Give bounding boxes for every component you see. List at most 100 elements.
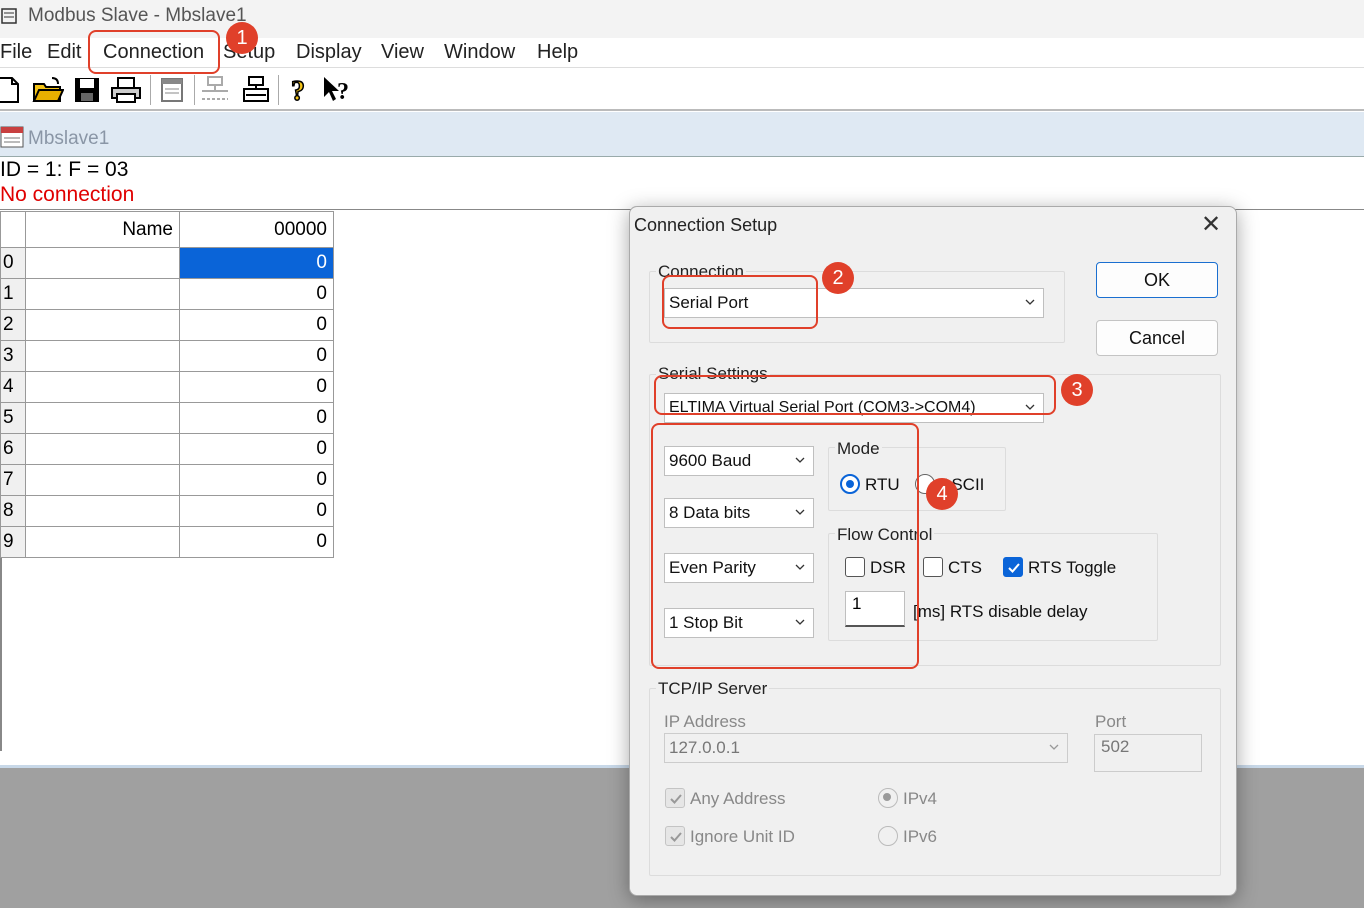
callout-serial-parameters [651,423,919,669]
step-badge-4: 4 [926,478,958,510]
column-header-address[interactable]: 00000 [179,211,334,248]
rts-delay-label: [ms] RTS disable delay [913,602,1088,621]
table-row: 10 [0,278,334,310]
name-cell[interactable] [25,433,180,465]
rts-toggle-label: RTS Toggle [1028,558,1117,577]
checkmark-icon [1008,563,1020,573]
value-cell[interactable]: 0 [179,526,334,558]
cts-label: CTS [948,558,982,577]
open-folder-icon [32,77,64,102]
ip-address-select[interactable]: 127.0.0.1 [664,733,1068,763]
name-cell[interactable] [25,402,180,434]
save-button[interactable] [70,73,104,107]
name-cell[interactable] [25,464,180,496]
name-cell[interactable] [25,526,180,558]
menu-help[interactable]: Help [537,41,578,64]
ignore-unit-id-checkbox[interactable] [665,826,685,846]
value-cell[interactable]: 0 [179,278,334,310]
name-cell[interactable] [25,495,180,527]
document-icon [0,126,24,148]
row-index: 9 [0,526,26,558]
row-index: 2 [0,309,26,341]
tcpip-label: TCP/IP Server [656,679,770,699]
table-row: 90 [0,526,334,558]
name-cell[interactable] [25,278,180,310]
row-index: 4 [0,371,26,403]
disconnect-button[interactable] [198,73,232,107]
rts-toggle-checkbox[interactable] [1003,557,1023,577]
table-row: 30 [0,340,334,372]
table-row: 40 [0,371,334,403]
value-cell[interactable]: 0 [179,340,334,372]
checkmark-icon [670,794,682,804]
menu-display[interactable]: Display [296,41,362,64]
app-icon [1,8,17,24]
step-badge-1: 1 [226,22,258,54]
context-help-icon: ? [324,77,349,105]
value-cell[interactable]: 0 [179,464,334,496]
ipv6-radio[interactable] [878,826,898,846]
svg-text:?: ? [337,79,349,105]
value-cell[interactable]: 0 [179,495,334,527]
slave-id-function: ID = 1: F = 03 [0,158,129,181]
new-file-button[interactable] [0,73,26,107]
table-row: 00 [0,247,334,279]
column-header-name[interactable]: Name [25,211,180,248]
value-cell[interactable]: 0 [179,247,334,279]
menu-view[interactable]: View [381,41,424,64]
value-cell[interactable]: 0 [179,309,334,341]
connect-button[interactable] [239,73,273,107]
ipv4-label: IPv4 [903,789,938,808]
menu-file[interactable]: File [0,41,32,64]
table-header-row: Name 00000 [0,211,334,248]
ipv4-radio[interactable] [878,788,898,808]
context-help-button[interactable]: ? [322,73,356,107]
close-icon[interactable]: ✕ [1198,211,1224,238]
new-file-icon [0,77,19,103]
checkmark-icon [670,832,682,842]
row-index: 6 [0,433,26,465]
cts-checkbox[interactable] [923,557,943,577]
toolbar: ? ? [0,69,1364,111]
table-row: 70 [0,464,334,496]
step-badge-2: 2 [822,262,854,294]
ip-address-label: IP Address [664,712,746,731]
value-cell[interactable]: 0 [179,433,334,465]
row-index: 3 [0,340,26,372]
callout-connection-menu [88,30,220,74]
step-badge-3: 3 [1061,374,1093,406]
help-button[interactable]: ? [283,73,317,107]
name-cell[interactable] [25,340,180,372]
any-address-checkbox[interactable] [665,788,685,808]
row-index: 7 [0,464,26,496]
network-icon [243,76,269,102]
value-cell[interactable]: 0 [179,371,334,403]
open-file-button[interactable] [31,73,65,107]
table-row: 80 [0,495,334,527]
row-index: 1 [0,278,26,310]
menu-edit[interactable]: Edit [47,41,81,64]
window-title: Modbus Slave - Mbslave1 [28,5,247,26]
port-label: Port [1095,712,1127,731]
name-cell[interactable] [25,371,180,403]
port-input[interactable]: 502 [1094,734,1202,772]
connection-status: No connection [0,183,135,206]
register-table: Name 00000 00 10 20 30 40 50 60 70 80 90 [0,211,334,558]
chevron-down-icon [1025,299,1035,305]
callout-serial-port [654,375,1056,415]
row-index: 0 [0,247,26,279]
name-cell[interactable] [25,247,180,279]
print-button[interactable] [109,73,143,107]
ip-address-value: 127.0.0.1 [669,738,740,757]
ok-button[interactable]: OK [1096,262,1218,298]
table-row: 60 [0,433,334,465]
name-cell[interactable] [25,309,180,341]
network-disabled-icon [202,76,228,100]
cancel-button[interactable]: Cancel [1096,320,1218,356]
value-cell[interactable]: 0 [179,402,334,434]
window-button[interactable] [155,73,189,107]
any-address-label: Any Address [690,789,786,808]
help-icon: ? [290,75,306,105]
menu-window[interactable]: Window [444,41,515,64]
table-row: 20 [0,309,334,341]
